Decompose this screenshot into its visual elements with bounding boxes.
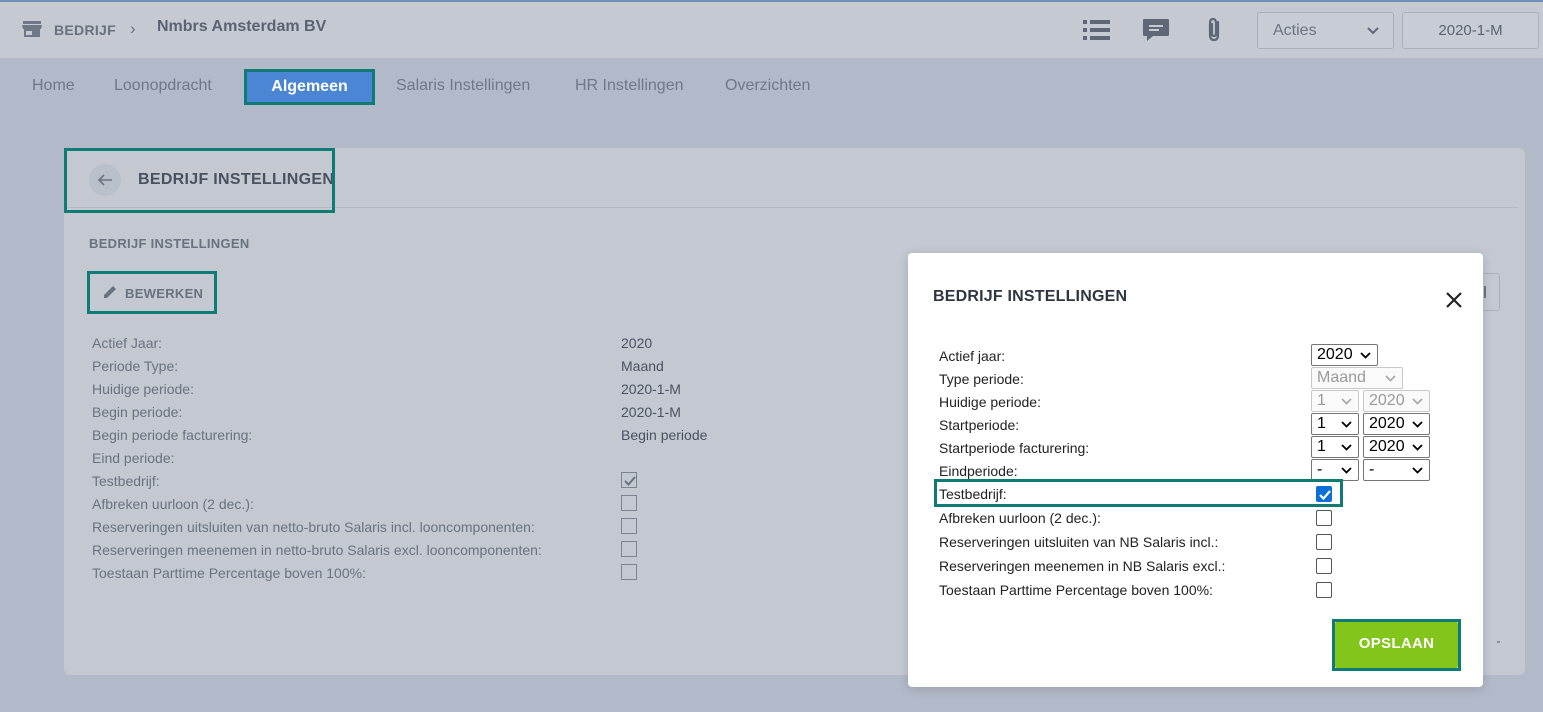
select-type-periode-value: Maand: [1317, 369, 1366, 386]
modal-label-res-uitsluiten: Reserveringen uitsluiten van NB Salaris …: [939, 534, 1219, 550]
checkbox-afbreken[interactable]: [1316, 510, 1332, 526]
edit-highlight-frame: [87, 271, 217, 314]
modal-title: BEDRIJF INSTELLINGEN: [933, 288, 1128, 305]
actions-dropdown-label: Acties: [1273, 22, 1317, 39]
modal-label-afbreken: Afbreken uurloon (2 dec.):: [939, 510, 1101, 526]
checkbox-res-uitsluiten-readonly: [621, 518, 637, 534]
period-button[interactable]: 2020-1-M: [1402, 12, 1539, 49]
panel-dot: [1497, 641, 1500, 643]
value-begin-periode: 2020-1-M: [621, 404, 681, 420]
select-start-fact-nr[interactable]: 1: [1311, 436, 1359, 458]
label-begin-periode-facturering: Begin periode facturering:: [92, 427, 253, 443]
modal-label-actief-jaar: Actief jaar:: [939, 348, 1006, 364]
label-reserveringen-uitsluiten: Reserveringen uitsluiten van netto-bruto…: [92, 519, 535, 535]
label-periode-type: Periode Type:: [92, 358, 179, 374]
select-eind-nr[interactable]: -: [1311, 459, 1359, 481]
select-actief-jaar[interactable]: 2020: [1311, 344, 1378, 366]
chevron-down-icon: [1341, 398, 1352, 405]
modal-label-startperiode: Startperiode:: [939, 417, 1020, 433]
breadcrumb-company[interactable]: BEDRIJF: [54, 22, 116, 38]
select-startperiode-jaar-value: 2020: [1369, 415, 1405, 432]
chevron-down-icon: [1341, 444, 1352, 451]
chevron-down-icon: [1367, 27, 1379, 35]
tab-algemeen[interactable]: Algemeen: [247, 72, 372, 102]
modal-label-res-meenemen: Reserveringen meenemen in NB Salaris exc…: [939, 558, 1226, 574]
chevron-down-icon: [1412, 421, 1423, 428]
chevron-down-icon: [1360, 352, 1371, 359]
select-eind-jaar-value: -: [1369, 461, 1375, 478]
select-startperiode-jaar[interactable]: 2020: [1363, 413, 1430, 435]
checkbox-parttime-readonly: [621, 564, 637, 580]
tab-hr-instellingen[interactable]: HR Instellingen: [575, 77, 684, 95]
value-huidige-periode: 2020-1-M: [621, 381, 681, 397]
select-huidige-periode-jaar-value: 2020: [1369, 392, 1405, 409]
label-testbedrijf: Testbedrijf:: [92, 473, 160, 489]
testbedrijf-highlight-frame: [934, 479, 1343, 507]
breadcrumb-separator-icon: ›: [130, 19, 136, 38]
label-afbreken-uurloon: Afbreken uurloon (2 dec.):: [92, 496, 254, 512]
modal-label-startperiode-facturering: Startperiode facturering:: [939, 440, 1090, 456]
tab-salaris-instellingen[interactable]: Salaris Instellingen: [396, 77, 530, 95]
actions-dropdown[interactable]: Acties: [1257, 12, 1394, 49]
chevron-down-icon: [1341, 421, 1352, 428]
select-eind-nr-value: -: [1317, 461, 1323, 478]
store-icon: [22, 21, 42, 37]
check-icon: [624, 476, 636, 486]
checkbox-afbreken-readonly: [621, 495, 637, 511]
label-reserveringen-meenemen: Reserveringen meenemen in netto-bruto Sa…: [92, 542, 542, 558]
value-begin-periode-facturering: Begin periode: [621, 427, 708, 443]
chevron-down-icon: [1341, 467, 1352, 474]
breadcrumb-company-name: Nmbrs Amsterdam BV: [157, 18, 327, 35]
close-icon[interactable]: [1444, 290, 1464, 310]
label-actief-jaar: Actief Jaar:: [92, 335, 163, 351]
modal-label-parttime: Toestaan Parttime Percentage boven 100%:: [939, 582, 1213, 598]
checkbox-res-meenemen[interactable]: [1316, 558, 1332, 574]
select-huidige-periode-nr-value: 1: [1317, 392, 1326, 409]
chevron-down-icon: [1412, 444, 1423, 451]
select-huidige-periode-nr: 1: [1311, 390, 1359, 412]
section-title: BEDRIJF INSTELLINGEN: [89, 236, 250, 251]
value-periode-type: Maand: [621, 358, 664, 374]
modal-label-eindperiode: Eindperiode:: [939, 463, 1018, 479]
modal-label-huidige-periode: Huidige periode:: [939, 394, 1041, 410]
paperclip-icon[interactable]: [1200, 16, 1230, 44]
tab-loonopdracht[interactable]: Loonopdracht: [114, 77, 212, 95]
select-startperiode-nr[interactable]: 1: [1311, 413, 1359, 435]
chat-icon[interactable]: [1141, 16, 1171, 44]
select-actief-jaar-value: 2020: [1317, 346, 1353, 363]
label-eind-periode: Eind periode:: [92, 450, 175, 466]
select-type-periode: Maand: [1311, 367, 1403, 389]
label-huidige-periode: Huidige periode:: [92, 381, 194, 397]
checkbox-res-uitsluiten[interactable]: [1316, 534, 1332, 550]
checkbox-testbedrijf-readonly: [621, 472, 637, 488]
select-start-fact-jaar[interactable]: 2020: [1363, 436, 1430, 458]
select-startperiode-nr-value: 1: [1317, 415, 1326, 432]
list-icon[interactable]: [1082, 16, 1112, 44]
label-parttime: Toestaan Parttime Percentage boven 100%:: [92, 565, 366, 581]
tab-overzichten[interactable]: Overzichten: [725, 77, 810, 95]
value-actief-jaar: 2020: [621, 335, 653, 351]
save-button[interactable]: OPSLAAN: [1335, 622, 1458, 668]
partial-button-mark: [1484, 286, 1486, 298]
label-begin-periode: Begin periode:: [92, 404, 183, 420]
checkbox-res-meenemen-readonly: [621, 541, 637, 557]
chevron-down-icon: [1412, 398, 1423, 405]
select-start-fact-jaar-value: 2020: [1369, 438, 1405, 455]
select-huidige-periode-jaar: 2020: [1363, 390, 1430, 412]
select-eind-jaar[interactable]: -: [1363, 459, 1430, 481]
select-start-fact-nr-value: 1: [1317, 438, 1326, 455]
chevron-down-icon: [1385, 375, 1396, 382]
checkbox-parttime[interactable]: [1316, 582, 1332, 598]
modal-label-type-periode: Type periode:: [939, 371, 1024, 387]
title-highlight-frame: [64, 148, 335, 213]
chevron-down-icon: [1412, 467, 1423, 474]
tab-home[interactable]: Home: [32, 77, 75, 95]
